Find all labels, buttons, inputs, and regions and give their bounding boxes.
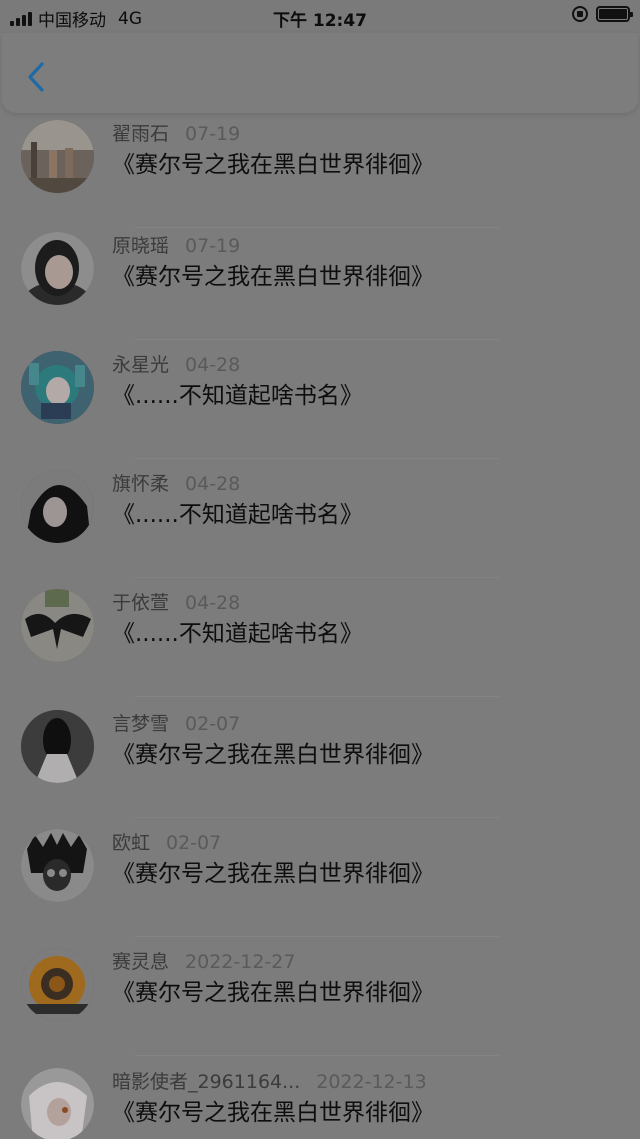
comment-date: 04-28 <box>185 354 241 376</box>
avatar[interactable] <box>21 589 94 662</box>
book-title[interactable]: 《......不知道起啥书名》 <box>112 376 363 410</box>
status-bar: 中国移动 4G 下午 12:47 <box>0 0 640 33</box>
username: 暗影使者_2961164... 2022-12-13 <box>112 1071 427 1093</box>
status-time: 下午 12:47 <box>272 11 368 31</box>
divider <box>135 696 500 697</box>
list-item[interactable]: 欧虹 02-07 《赛尔号之我在黑白世界徘徊》 <box>0 818 640 937</box>
nav-bar <box>2 33 638 113</box>
comment-date: 04-28 <box>185 592 241 614</box>
list-item[interactable]: 翟雨石 07-19 《赛尔号之我在黑白世界徘徊》 <box>0 109 640 228</box>
avatar[interactable] <box>21 948 94 1021</box>
list-item[interactable]: 赛灵息 2022-12-27 《赛尔号之我在黑白世界徘徊》 <box>0 937 640 1056</box>
list-item[interactable]: 言梦雪 02-07 《赛尔号之我在黑白世界徘徊》 <box>0 699 640 818</box>
username: 旗怀柔 04-28 <box>112 473 241 495</box>
comment-date: 02-07 <box>185 713 241 735</box>
avatar[interactable] <box>21 351 94 424</box>
book-title[interactable]: 《......不知道起啥书名》 <box>112 495 363 529</box>
book-title[interactable]: 《赛尔号之我在黑白世界徘徊》 <box>112 854 434 888</box>
username: 言梦雪 02-07 <box>112 713 241 735</box>
back-button[interactable] <box>20 59 56 95</box>
list-item[interactable]: 暗影使者_2961164... 2022-12-13 《赛尔号之我在黑白世界徘徊》 <box>0 1057 640 1139</box>
username: 原晓瑶 07-19 <box>112 235 241 257</box>
avatar[interactable] <box>21 470 94 543</box>
comment-date: 2022-12-27 <box>185 951 296 973</box>
avatar[interactable] <box>21 120 94 193</box>
avatar[interactable] <box>21 1068 94 1139</box>
battery-icon <box>596 6 633 22</box>
comment-date: 07-19 <box>185 123 241 145</box>
book-title[interactable]: 《赛尔号之我在黑白世界徘徊》 <box>112 257 434 291</box>
avatar[interactable] <box>21 829 94 902</box>
comment-date: 2022-12-13 <box>316 1071 427 1093</box>
list-item[interactable]: 于依萱 04-28 《......不知道起啥书名》 <box>0 578 640 697</box>
username: 赛灵息 2022-12-27 <box>112 951 296 973</box>
book-title[interactable]: 《赛尔号之我在黑白世界徘徊》 <box>112 735 434 769</box>
divider <box>135 1055 500 1056</box>
book-title[interactable]: 《赛尔号之我在黑白世界徘徊》 <box>112 145 434 179</box>
comment-list: 翟雨石 07-19 《赛尔号之我在黑白世界徘徊》 原晓瑶 07-19 《赛尔号之我在… <box>0 0 640 1139</box>
username: 翟雨石 07-19 <box>112 123 241 145</box>
username: 于依萱 04-28 <box>112 592 241 614</box>
book-title[interactable]: 《赛尔号之我在黑白世界徘徊》 <box>112 1093 434 1127</box>
book-title[interactable]: 《......不知道起啥书名》 <box>112 614 363 648</box>
comment-date: 02-07 <box>166 832 222 854</box>
comment-date: 04-28 <box>185 473 241 495</box>
list-item[interactable]: 原晓瑶 07-19 《赛尔号之我在黑白世界徘徊》 <box>0 221 640 340</box>
username: 永星光 04-28 <box>112 354 241 376</box>
username: 欧虹 02-07 <box>112 832 222 854</box>
comment-date: 07-19 <box>185 235 241 257</box>
rotation-lock-icon <box>572 6 588 22</box>
list-item[interactable]: 旗怀柔 04-28 《......不知道起啥书名》 <box>0 459 640 578</box>
list-item[interactable]: 永星光 04-28 《......不知道起啥书名》 <box>0 340 640 459</box>
chevron-left-icon <box>28 62 44 92</box>
avatar[interactable] <box>21 710 94 783</box>
book-title[interactable]: 《赛尔号之我在黑白世界徘徊》 <box>112 973 434 1007</box>
avatar[interactable] <box>21 232 94 305</box>
